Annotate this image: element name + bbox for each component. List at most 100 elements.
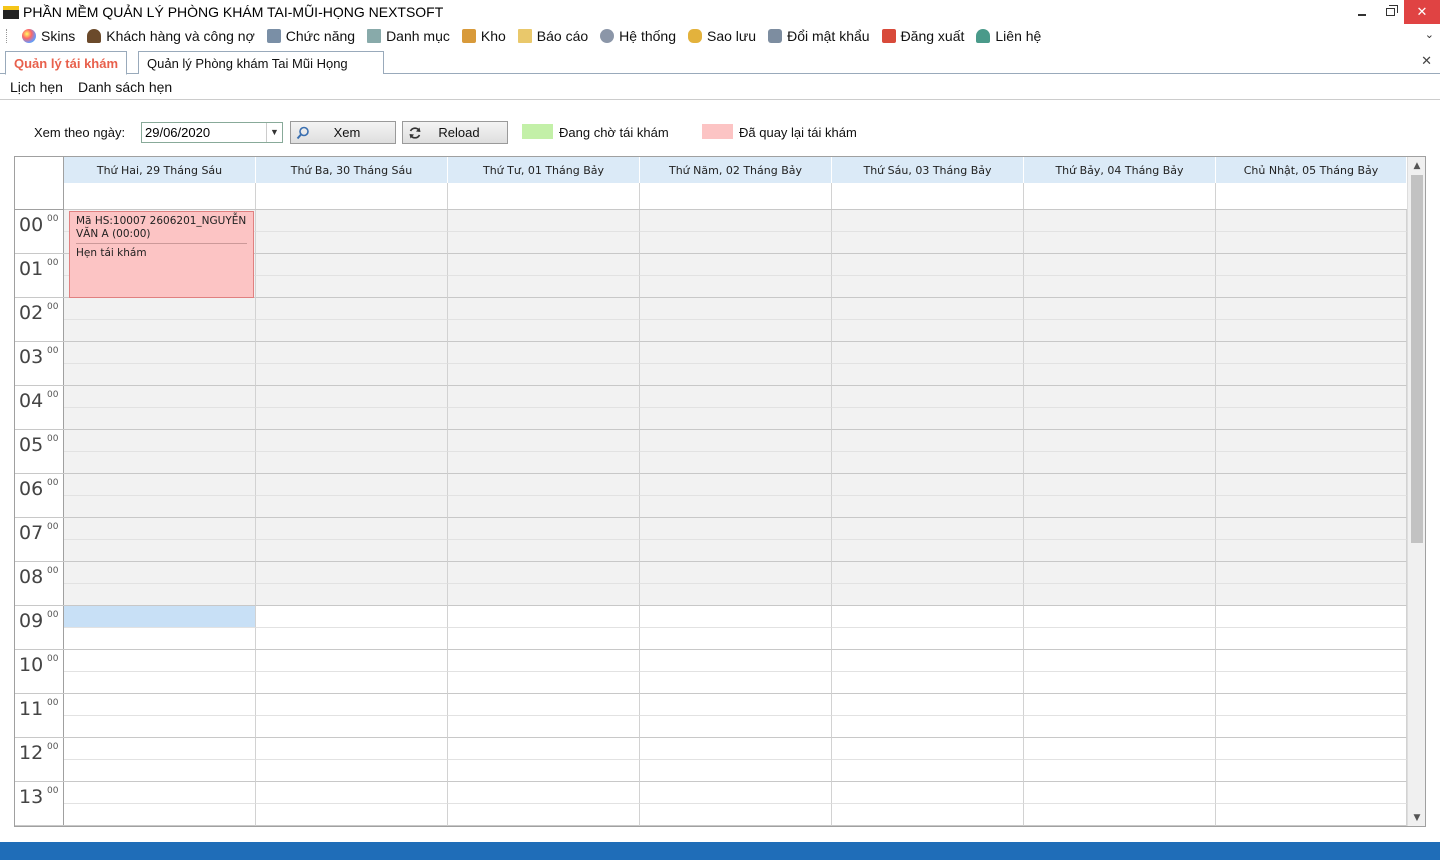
time-slot-cell[interactable] [256,738,448,760]
time-slot-cell[interactable] [64,628,256,650]
time-slot-cell[interactable] [640,408,832,430]
time-slot-cell[interactable] [1216,210,1407,232]
time-slot-cell[interactable] [64,386,256,408]
day-header[interactable]: Chủ Nhật, 05 Tháng Bảy [1216,157,1407,183]
time-slot-cell[interactable] [256,408,448,430]
time-slot-cell[interactable] [64,584,256,606]
time-slot-cell[interactable] [1216,496,1407,518]
day-header[interactable]: Thứ Ba, 30 Tháng Sáu [256,157,448,183]
time-slot-cell[interactable] [1216,254,1407,276]
scroll-up-icon[interactable]: ▲ [1408,157,1425,174]
minimize-button[interactable] [1348,0,1376,24]
time-slot-cell[interactable] [832,518,1024,540]
time-slot-cell[interactable] [1024,452,1216,474]
all-day-cell[interactable] [832,183,1024,209]
menu-item-7[interactable]: Sao lưu [682,25,762,47]
time-slot-cell[interactable] [1024,716,1216,738]
time-slot-cell[interactable] [256,298,448,320]
time-slot-cell[interactable] [64,540,256,562]
time-slot-cell[interactable] [832,738,1024,760]
menu-item-4[interactable]: Kho [456,25,512,47]
time-slot-cell[interactable] [256,584,448,606]
time-slot-cell[interactable] [1216,430,1407,452]
time-slot-cell[interactable] [832,804,1024,826]
time-slot-cell[interactable] [448,540,640,562]
tab-quan-ly-tai-kham[interactable]: Quản lý tái khám [5,51,128,75]
time-slot-cell[interactable] [1216,738,1407,760]
time-slot-cell[interactable] [1216,540,1407,562]
time-slot-cell[interactable] [832,474,1024,496]
day-header[interactable]: Thứ Hai, 29 Tháng Sáu [64,157,256,183]
time-slot-cell[interactable] [448,738,640,760]
time-slot-cell[interactable] [1024,232,1216,254]
time-slot-cell[interactable] [1024,518,1216,540]
menu-item-8[interactable]: Đổi mật khẩu [762,25,875,47]
time-slot-cell[interactable] [1024,364,1216,386]
time-slot-cell[interactable] [1216,452,1407,474]
day-header[interactable]: Thứ Sáu, 03 Tháng Bảy [832,157,1024,183]
menu-item-2[interactable]: Chức năng [261,25,361,47]
time-slot-cell[interactable] [640,672,832,694]
time-slot-cell[interactable] [64,782,256,804]
time-slot-cell[interactable] [640,760,832,782]
time-slot-cell[interactable] [448,496,640,518]
day-header[interactable]: Thứ Tư, 01 Tháng Bảy [448,157,640,183]
time-slot-cell[interactable] [1216,672,1407,694]
scroll-down-icon[interactable]: ▼ [1408,809,1425,826]
time-slot-cell[interactable] [256,650,448,672]
time-slot-cell[interactable] [1024,540,1216,562]
time-slot-cell[interactable] [64,650,256,672]
time-slot-cell[interactable] [256,320,448,342]
time-slot-cell[interactable] [1216,408,1407,430]
time-slot-cell[interactable] [640,716,832,738]
time-slot-cell[interactable] [448,804,640,826]
time-slot-cell[interactable] [1216,342,1407,364]
appointment-card[interactable]: Mã HS:10007 2606201_NGUYỄN VĂN A (00:00)… [69,211,254,298]
time-slot-cell[interactable] [640,342,832,364]
time-slot-cell[interactable] [640,452,832,474]
time-slot-cell[interactable] [1024,606,1216,628]
time-slot-cell[interactable] [1024,320,1216,342]
time-slot-cell[interactable] [256,760,448,782]
time-slot-cell[interactable] [832,276,1024,298]
time-slot-cell[interactable] [832,562,1024,584]
time-slot-cell[interactable] [448,364,640,386]
time-slot-cell[interactable] [640,364,832,386]
time-slot-cell[interactable] [256,452,448,474]
time-slot-cell[interactable] [256,782,448,804]
time-slot-cell[interactable] [64,518,256,540]
time-slot-cell[interactable] [832,320,1024,342]
menu-item-10[interactable]: Liên hệ [970,25,1047,47]
all-day-cell[interactable] [1216,183,1408,209]
time-slot-cell[interactable] [640,430,832,452]
time-slot-cell[interactable] [1216,584,1407,606]
time-slot-cell[interactable] [1024,474,1216,496]
time-slot-cell[interactable] [448,782,640,804]
time-slot-cell[interactable] [1024,342,1216,364]
time-slot-cell[interactable] [832,606,1024,628]
time-slot-cell[interactable] [1024,650,1216,672]
time-slot-cell[interactable] [64,298,256,320]
time-slot-cell[interactable] [1024,254,1216,276]
time-slot-cell[interactable] [640,474,832,496]
time-slot-cell[interactable] [1024,760,1216,782]
time-slot-cell[interactable] [64,694,256,716]
tab-danh-sach-hen[interactable]: Danh sách hẹn [78,79,172,95]
time-slot-cell[interactable] [256,474,448,496]
menu-item-1[interactable]: Khách hàng và công nợ [81,25,261,47]
scrollbar-thumb[interactable] [1411,175,1423,543]
time-slot-cell[interactable] [256,210,448,232]
time-slot-cell[interactable] [1216,562,1407,584]
time-slot-cell[interactable] [1216,320,1407,342]
time-slot-cell[interactable] [448,628,640,650]
time-slot-cell[interactable] [448,408,640,430]
menu-item-3[interactable]: Danh mục [361,25,456,47]
time-slot-cell[interactable] [832,452,1024,474]
close-window-button[interactable]: ✕ [1404,0,1440,24]
close-tab-icon[interactable]: ✕ [1421,54,1432,69]
time-slot-cell[interactable] [256,606,448,628]
time-slot-cell[interactable] [256,430,448,452]
date-picker[interactable]: 29/06/2020 ▼ [141,122,283,143]
time-slot-cell[interactable] [640,562,832,584]
time-slot-cell[interactable] [64,760,256,782]
